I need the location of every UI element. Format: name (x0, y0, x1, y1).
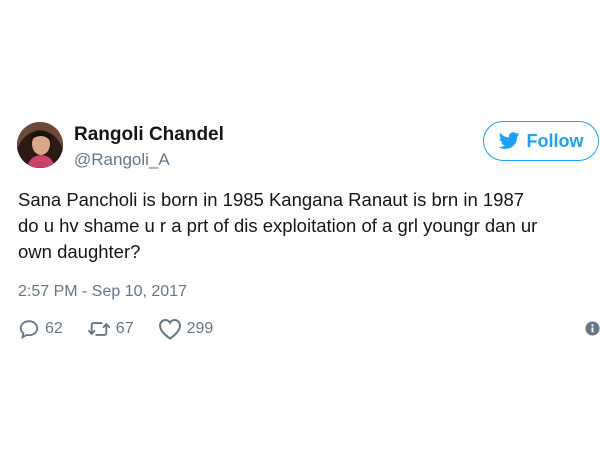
like-button[interactable]: 299 (158, 318, 214, 340)
user-handle[interactable]: @Rangoli_A (74, 150, 170, 170)
reply-button[interactable]: 62 (18, 318, 63, 340)
tweet-text-line: own daughter? (18, 241, 141, 262)
follow-button[interactable]: Follow (483, 121, 599, 161)
retweet-icon (87, 318, 111, 340)
tweet-card: Rangoli Chandel @Rangoli_A Follow Sana P… (0, 0, 600, 450)
follow-label: Follow (526, 130, 584, 151)
tweet-timestamp[interactable]: 2:57 PM - Sep 10, 2017 (18, 283, 187, 301)
retweet-count: 67 (115, 320, 134, 337)
tweet-text-line: do u hv shame u r a prt of dis exploitat… (18, 215, 538, 236)
like-count: 299 (186, 320, 214, 337)
tweet-text-line: Sana Pancholi is born in 1985 Kangana Ra… (18, 189, 525, 210)
reply-count: 62 (45, 320, 63, 337)
display-name[interactable]: Rangoli Chandel (74, 124, 224, 146)
avatar[interactable] (17, 122, 63, 168)
tweet-actions: 62 67 299 (18, 317, 237, 341)
info-icon[interactable] (585, 321, 600, 336)
heart-icon (158, 318, 182, 340)
twitter-bird-icon (498, 132, 520, 150)
reply-icon (18, 318, 40, 340)
profile-photo (17, 122, 63, 168)
retweet-button[interactable]: 67 (87, 318, 134, 340)
tweet-text: Sana Pancholi is born in 1985 Kangana Ra… (18, 187, 593, 265)
